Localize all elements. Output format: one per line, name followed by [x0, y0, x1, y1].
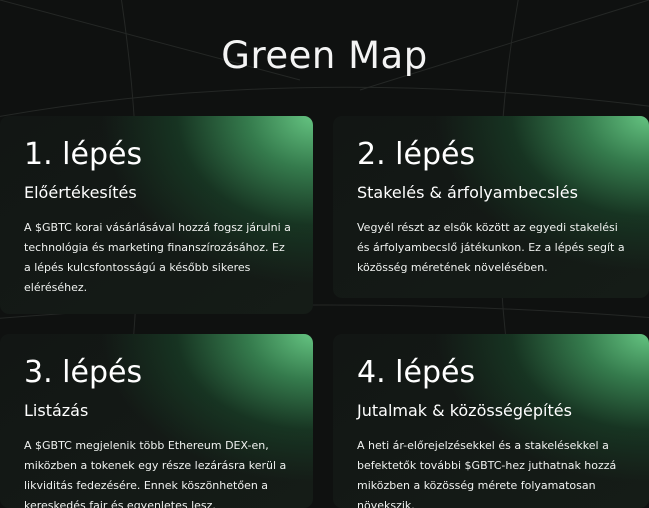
step-title: 2. lépés — [357, 137, 476, 172]
step-card-2: 2. lépés Stakelés & árfolyambecslés Vegy… — [333, 116, 649, 298]
step-description: A $GBTC korai vásárlásával hozzá fogsz j… — [24, 221, 291, 294]
step-subtitle: Stakelés & árfolyambecslés — [357, 183, 578, 202]
step-title: 4. lépés — [357, 355, 476, 390]
step-card-1: 1. lépés Előértékesítés A $GBTC korai vá… — [0, 116, 313, 314]
step-description: Vegyél részt az elsők között az egyedi s… — [357, 221, 625, 274]
step-description: A heti ár-előrejelzésekkel és a stakelés… — [357, 439, 617, 508]
step-description: A $GBTC megjelenik több Ethereum DEX-en,… — [24, 439, 287, 508]
step-card-4: 4. lépés Jutalmak & közösségépítés A het… — [333, 334, 649, 508]
step-subtitle: Előértékesítés — [24, 183, 137, 202]
page-title: Green Map — [221, 34, 428, 77]
step-subtitle: Listázás — [24, 401, 89, 420]
step-title: 3. lépés — [24, 355, 143, 390]
step-card-3: 3. lépés Listázás A $GBTC megjelenik töb… — [0, 334, 313, 508]
step-title: 1. lépés — [24, 137, 143, 172]
step-subtitle: Jutalmak & közösségépítés — [357, 401, 572, 420]
